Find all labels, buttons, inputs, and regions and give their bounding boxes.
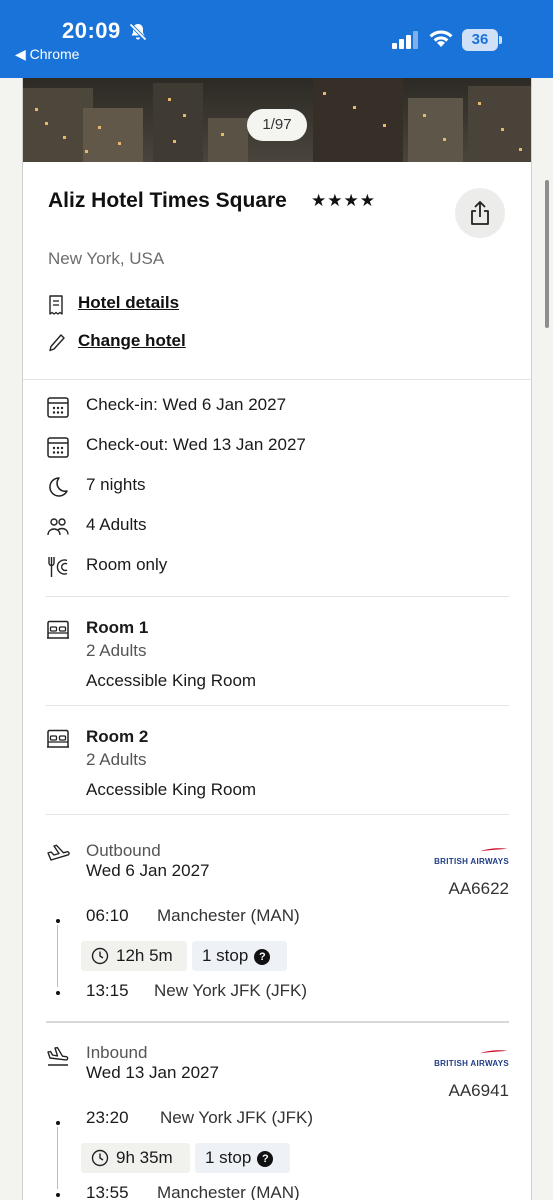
plane-takeoff-icon: [47, 844, 70, 861]
board-type: Room only: [86, 555, 168, 574]
divider: [46, 596, 509, 597]
depart-time: 06:10: [86, 906, 129, 925]
status-bar: 20:09 ◀ Chrome 36: [0, 0, 553, 78]
depart-time: 23:20: [86, 1108, 129, 1127]
duration-chip: 12h 5m: [81, 941, 187, 971]
bed-icon: [47, 729, 69, 748]
room-title: Room 1: [86, 618, 149, 637]
divider: [46, 814, 509, 815]
duration-text: 12h 5m: [116, 946, 173, 965]
duration-text: 9h 35m: [116, 1148, 173, 1167]
hotel-photo[interactable]: 1/97: [23, 78, 531, 162]
pencil-icon: [49, 334, 65, 352]
room-guests: 2 Adults: [86, 641, 147, 660]
arrive-airport: Manchester (MAN): [157, 1183, 300, 1200]
flight-date: Wed 6 Jan 2027: [86, 861, 210, 880]
back-to-app-link[interactable]: ◀ Chrome: [15, 46, 79, 63]
stops-text: 1 stop: [202, 946, 249, 965]
airline-logo-icon: [480, 848, 508, 852]
bed-icon: [47, 620, 69, 639]
calendar-icon: [47, 437, 69, 458]
flight-direction: Outbound: [86, 841, 161, 860]
room-guests: 2 Adults: [86, 750, 147, 769]
nights-count: 7 nights: [86, 475, 146, 494]
photo-counter: 1/97: [247, 109, 307, 141]
change-hotel-label[interactable]: Change hotel: [78, 331, 186, 351]
clock-icon: [91, 947, 109, 965]
check-in-date: Check-in: Wed 6 Jan 2027: [86, 395, 287, 414]
clock-icon: [91, 1149, 109, 1167]
battery-level: 36: [462, 29, 498, 51]
plane-landing-icon: [47, 1047, 69, 1066]
hotel-name: Aliz Hotel Times Square: [48, 189, 287, 212]
booking-card: 1/97 Aliz Hotel Times Square ★★★★ New Yo…: [22, 78, 532, 1200]
moon-icon: [49, 477, 68, 497]
help-icon[interactable]: ?: [254, 949, 271, 965]
stops-text: 1 stop: [205, 1148, 252, 1167]
airline-name: BRITISH AIRWAYS: [434, 1059, 509, 1068]
room-title: Room 2: [86, 727, 149, 746]
help-icon[interactable]: ?: [257, 1151, 274, 1167]
check-out-date: Check-out: Wed 13 Jan 2027: [86, 435, 306, 454]
stops-chip[interactable]: 1 stop?: [195, 1143, 290, 1173]
airline-name: BRITISH AIRWAYS: [434, 857, 509, 866]
bell-muted-icon: [129, 23, 147, 41]
divider: [23, 379, 531, 380]
room-type: Accessible King Room: [86, 671, 257, 690]
share-icon: [471, 201, 489, 225]
depart-airport: Manchester (MAN): [157, 906, 300, 925]
battery-indicator: 36: [462, 29, 502, 51]
share-button[interactable]: [455, 188, 505, 238]
flight-code: AA6941: [448, 1081, 510, 1100]
arrive-time: 13:15: [86, 981, 129, 1000]
flight-code: AA6622: [448, 879, 510, 898]
divider: [46, 1021, 509, 1023]
arrive-time: 13:55: [86, 1183, 129, 1200]
star-rating: ★★★★: [311, 191, 376, 210]
divider: [46, 705, 509, 706]
hotel-details-label[interactable]: Hotel details: [78, 293, 179, 313]
airline-logo-icon: [480, 1050, 508, 1054]
people-icon: [47, 518, 69, 536]
cutlery-icon: [48, 557, 68, 577]
depart-airport: New York JFK (JFK): [160, 1108, 314, 1127]
guests-count: 4 Adults: [86, 515, 147, 534]
scrollbar[interactable]: [545, 180, 549, 328]
signal-icon: [392, 31, 418, 49]
hotel-location: New York, USA: [48, 249, 165, 268]
outbound-flight: Outbound Wed 6 Jan 2027 BRITISH AIRWAYS …: [46, 841, 509, 1011]
duration-chip: 9h 35m: [81, 1143, 190, 1173]
document-icon: [49, 295, 63, 315]
calendar-icon: [47, 397, 69, 418]
room-type: Accessible King Room: [86, 780, 257, 799]
stops-chip[interactable]: 1 stop?: [192, 941, 287, 971]
status-time: 20:09: [62, 18, 121, 43]
flight-direction: Inbound: [86, 1043, 148, 1062]
inbound-flight: Inbound Wed 13 Jan 2027 BRITISH AIRWAYS …: [46, 1043, 509, 1200]
arrive-airport: New York JFK (JFK): [154, 981, 308, 1000]
wifi-icon: [429, 30, 453, 47]
flight-date: Wed 13 Jan 2027: [86, 1063, 219, 1082]
